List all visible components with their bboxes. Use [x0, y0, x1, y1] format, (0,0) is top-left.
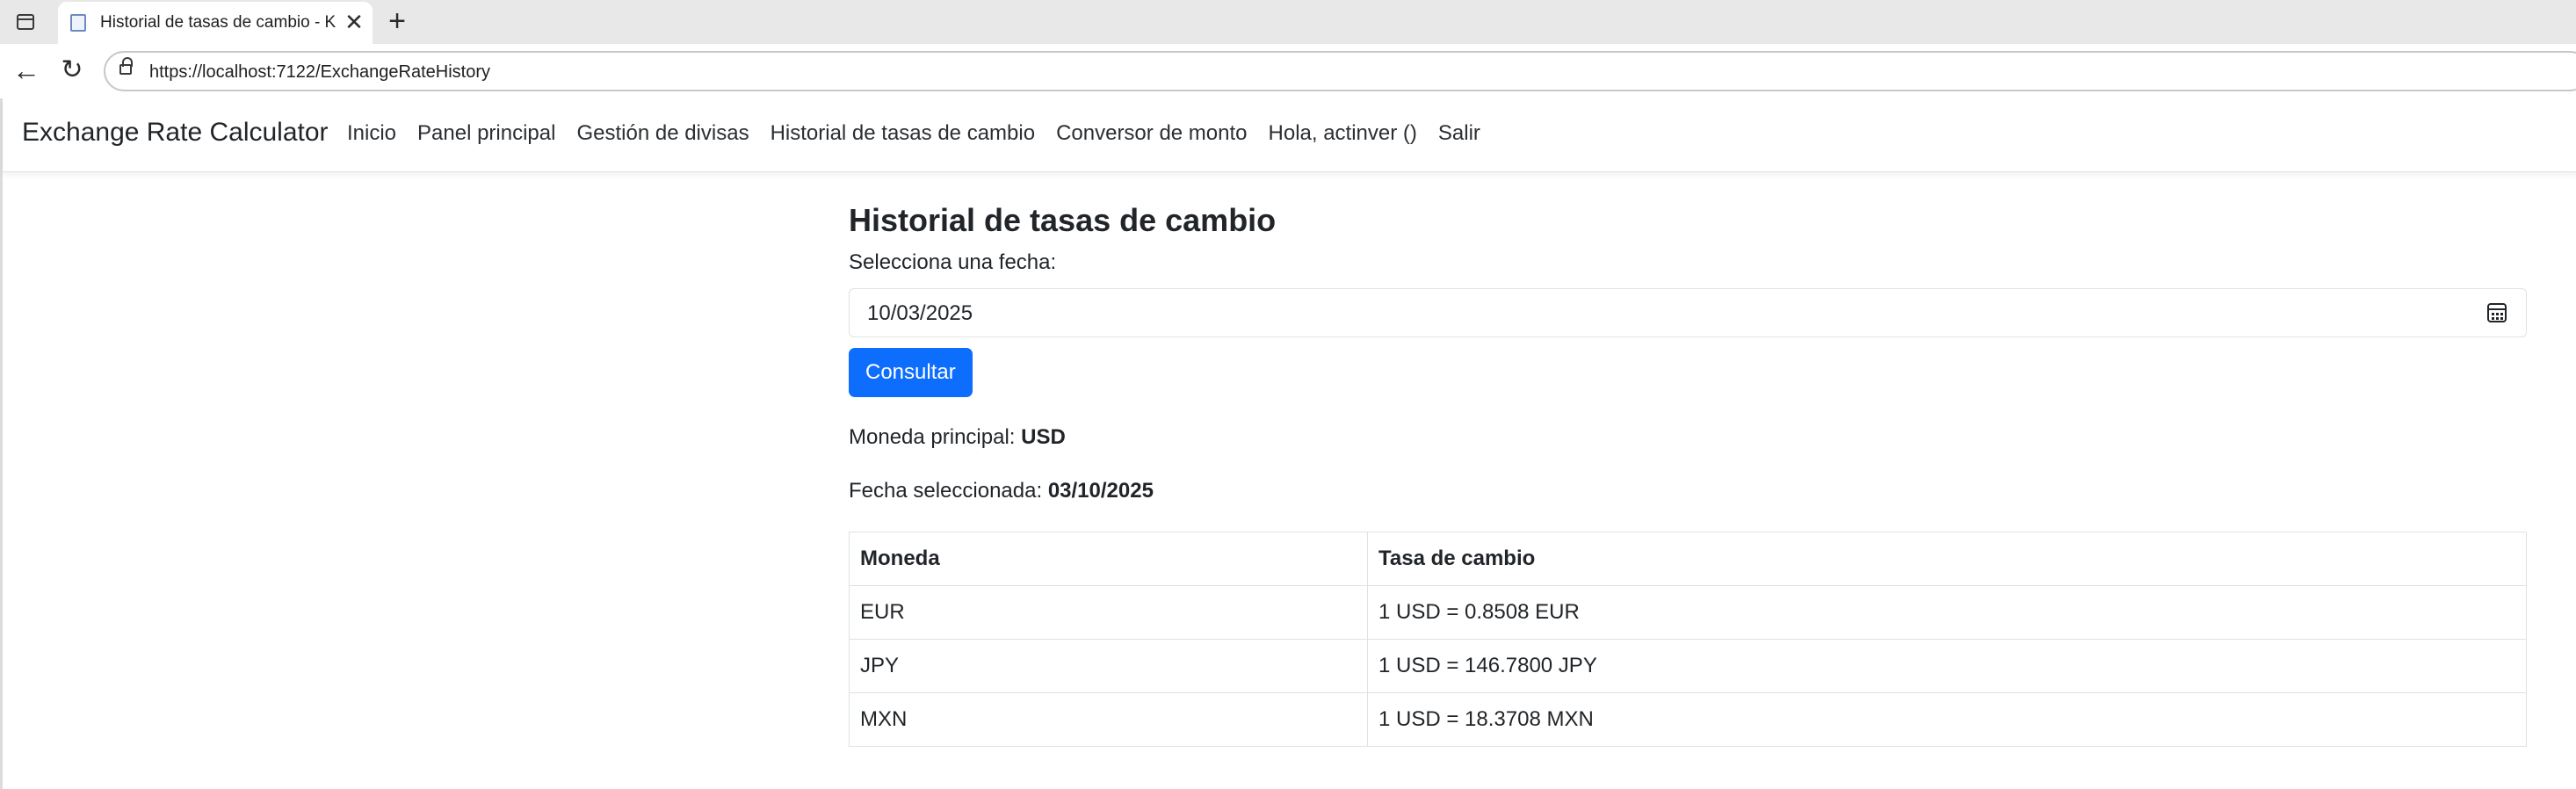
rate-cell: 1 USD = 18.3708 MXN: [1367, 692, 2527, 747]
reload-icon[interactable]: ↻: [54, 53, 90, 88]
nav-links: Inicio Panel principal Gestión de divisa…: [347, 121, 1480, 146]
principal-currency-line: Moneda principal: USD: [849, 424, 2527, 451]
page-viewport: Exchange Rate Calculator Inicio Panel pr…: [0, 98, 2576, 789]
table-row: MXN 1 USD = 18.3708 MXN: [849, 692, 2527, 747]
exchange-rates-table: Moneda Tasa de cambio EUR 1 USD = 0.8508…: [849, 532, 2527, 747]
date-field[interactable]: 10/03/2025: [849, 288, 2527, 337]
column-header-tasa: Tasa de cambio: [1367, 532, 2527, 586]
back-arrow-icon[interactable]: ←: [9, 53, 44, 88]
selected-date-label: Fecha seleccionada:: [849, 479, 1048, 503]
nav-link-conversor[interactable]: Conversor de monto: [1056, 121, 1247, 146]
rate-cell: 1 USD = 0.8508 EUR: [1367, 585, 2527, 640]
principal-currency-label: Moneda principal:: [849, 425, 1022, 449]
calendar-icon[interactable]: [2487, 303, 2507, 322]
table-row: JPY 1 USD = 146.7800 JPY: [849, 639, 2527, 693]
nav-link-salir[interactable]: Salir: [1438, 121, 1480, 146]
principal-currency-value: USD: [1021, 425, 1066, 449]
address-bar[interactable]: https://localhost:7122/ExchangeRateHisto…: [104, 51, 2576, 91]
lock-icon[interactable]: [119, 57, 133, 75]
url-text[interactable]: https://localhost:7122/ExchangeRateHisto…: [149, 62, 490, 83]
selected-date-value: 03/10/2025: [1047, 479, 1154, 503]
new-tab-icon[interactable]: +: [381, 5, 413, 37]
table-row: EUR 1 USD = 0.8508 EUR: [849, 585, 2527, 640]
rate-cell: 1 USD = 146.7800 JPY: [1367, 639, 2527, 693]
tab-actions-icon[interactable]: [12, 11, 39, 33]
page-favicon-icon: [70, 14, 86, 32]
selected-date-line: Fecha seleccionada: 03/10/2025: [849, 478, 2527, 504]
date-field-value[interactable]: 10/03/2025: [867, 301, 973, 326]
currency-cell: MXN: [849, 692, 1368, 747]
currency-cell: JPY: [849, 639, 1368, 693]
nav-link-panel-principal[interactable]: Panel principal: [417, 121, 555, 146]
column-header-moneda: Moneda: [849, 532, 1368, 586]
browser-tabstrip: Historial de tasas de cambio - KA ✕ +: [0, 0, 2576, 44]
app-navbar: Exchange Rate Calculator Inicio Panel pr…: [3, 98, 2576, 172]
table-header-row: Moneda Tasa de cambio: [849, 532, 2527, 586]
nav-link-inicio[interactable]: Inicio: [347, 121, 396, 146]
nav-link-user-greeting[interactable]: Hola, actinver (): [1269, 121, 1417, 146]
main-content: Historial de tasas de cambio Selecciona …: [849, 202, 2527, 747]
consultar-button[interactable]: Consultar: [849, 348, 973, 397]
currency-cell: EUR: [849, 585, 1368, 640]
navbar-brand[interactable]: Exchange Rate Calculator: [22, 118, 329, 148]
nav-link-historial[interactable]: Historial de tasas de cambio: [771, 121, 1035, 146]
tab-close-icon[interactable]: ✕: [341, 9, 367, 35]
date-label: Selecciona una fecha:: [849, 250, 1057, 274]
browser-toolbar: ← ↻ https://localhost:7122/ExchangeRateH…: [0, 44, 2576, 97]
page-title: Historial de tasas de cambio: [849, 202, 1277, 238]
nav-link-gestion-divisas[interactable]: Gestión de divisas: [576, 121, 749, 146]
browser-tab[interactable]: Historial de tasas de cambio - KA ✕: [58, 2, 373, 44]
tab-title: Historial de tasas de cambio - KA: [100, 13, 336, 32]
